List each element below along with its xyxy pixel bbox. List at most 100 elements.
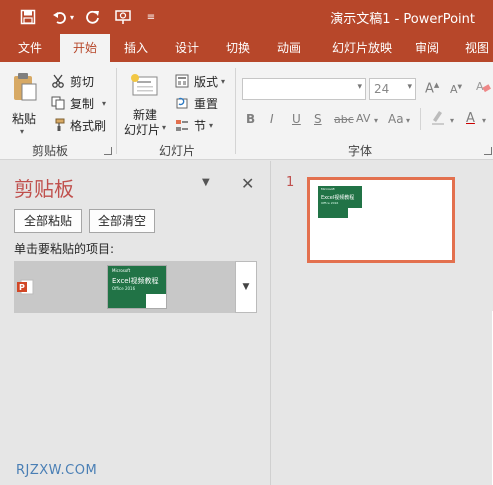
save-icon[interactable] [18, 7, 38, 27]
watermark: RJZXW.COM [16, 463, 98, 478]
grow-font-icon[interactable]: A▲ [425, 81, 439, 96]
chevron-down-icon[interactable]: ▾ [357, 82, 362, 92]
clipboard-pane-title: 剪贴板 [14, 177, 74, 201]
new-slide-label-2: 幻灯片 [123, 123, 160, 137]
font-name-input[interactable]: ▾ [242, 78, 366, 100]
layout-icon [174, 73, 190, 89]
clipboard-group-label: 剪贴板 [32, 144, 69, 158]
chevron-down-icon[interactable]: ▾ [209, 121, 213, 130]
clipboard-pane: 剪贴板 ▼ ✕ 全部粘贴 全部清空 单击要粘贴的项目: P Microsoft … [0, 161, 270, 485]
copy-label: 复制 [70, 96, 95, 111]
slide-thumbnail[interactable]: Microsoft Excel视频教程 Office 2016 [307, 177, 455, 263]
shrink-font-icon[interactable]: A▼ [450, 83, 462, 96]
tab-review[interactable]: 审阅 [407, 34, 447, 62]
tab-slide-show[interactable]: 幻灯片放映 [322, 34, 402, 62]
underline-icon[interactable]: U [292, 112, 301, 126]
change-case-icon[interactable]: Aa [388, 112, 404, 126]
slide-title-text: Excel视频教程 [321, 195, 355, 201]
clipboard-prompt: 单击要粘贴的项目: [14, 242, 115, 256]
slides-group-label: 幻灯片 [159, 144, 196, 158]
svg-text:P: P [19, 283, 25, 292]
customize-qat-icon[interactable]: ≡ [141, 7, 161, 27]
window-title: 演示文稿1 - PowerPoint [330, 12, 475, 27]
new-slide-button[interactable]: 新建 幻灯片 ▾ [122, 70, 168, 140]
chevron-down-icon[interactable]: ▾ [162, 123, 166, 132]
paste-all-button[interactable]: 全部粘贴 [14, 209, 82, 233]
bold-icon[interactable]: B [246, 112, 255, 126]
tab-design[interactable]: 设计 [165, 34, 209, 62]
present-from-start-icon[interactable] [113, 7, 133, 27]
clipboard-item-dropdown[interactable]: ▼ [235, 261, 257, 313]
chevron-down-icon[interactable]: ▾ [67, 7, 77, 27]
chevron-down-icon: ▼ [242, 282, 250, 292]
format-painter-icon [50, 117, 66, 133]
thumbnail-brand: Microsoft [112, 268, 131, 273]
font-color-icon[interactable]: A [466, 111, 475, 126]
paste-button[interactable]: 粘贴 [8, 70, 42, 130]
chevron-down-icon[interactable]: ▾ [221, 77, 225, 86]
copy-icon [50, 95, 66, 111]
chevron-down-icon[interactable]: ▾ [407, 82, 412, 92]
paste-icon [12, 72, 38, 105]
clear-all-button[interactable]: 全部清空 [89, 209, 155, 233]
slide-number: 1 [286, 175, 295, 190]
copy-button[interactable]: 复制 ▾ [50, 93, 106, 113]
paste-label: 粘贴 [11, 112, 36, 126]
svg-text:A: A [476, 80, 484, 93]
thumbnail-band [108, 294, 146, 308]
thumbnail-subtitle: Office 2016 [112, 286, 136, 291]
clear-formatting-icon[interactable]: A [475, 78, 491, 97]
font-size-input[interactable]: 24 ▾ [369, 78, 416, 100]
tab-view[interactable]: 视图 [457, 34, 493, 62]
cut-button[interactable]: 剪切 [50, 71, 94, 91]
font-size-value: 24 [374, 82, 390, 96]
layout-button[interactable]: 版式 ▾ [174, 71, 225, 91]
format-painter-label: 格式刷 [70, 118, 107, 133]
slide-subtitle-text: Office 2016 [321, 201, 339, 205]
group-divider [116, 68, 117, 154]
pane-options-icon[interactable]: ▼ [202, 177, 210, 188]
section-icon [174, 117, 190, 133]
redo-icon[interactable] [83, 7, 103, 27]
chevron-down-icon[interactable]: ▾ [406, 116, 410, 125]
shadow-icon[interactable]: S [314, 112, 322, 126]
powerpoint-icon: P [16, 278, 34, 299]
format-painter-button[interactable]: 格式刷 [50, 115, 106, 135]
character-spacing-icon[interactable]: AV [356, 112, 370, 125]
layout-label: 版式 [194, 74, 219, 89]
tab-transitions[interactable]: 切换 [216, 34, 260, 62]
tab-file[interactable]: 文件 [8, 34, 52, 62]
tab-home[interactable]: 开始 [60, 34, 110, 62]
slide-brand: Microsoft [321, 187, 335, 191]
italic-icon[interactable]: I [270, 112, 274, 126]
reset-label: 重置 [194, 96, 219, 111]
close-icon[interactable]: ✕ [241, 174, 254, 193]
chevron-down-icon[interactable]: ▾ [20, 127, 24, 136]
reset-icon [174, 95, 190, 111]
strikethrough-icon[interactable]: abc [334, 113, 354, 126]
clipboard-item[interactable]: P Microsoft Excel视频教程 Office 2016 ▼ [14, 261, 257, 313]
chevron-down-icon[interactable]: ▾ [450, 116, 454, 125]
ribbon: 粘贴 ▾ 剪切 复制 ▾ 格式刷 剪贴板 新建 幻灯片 ▾ 版式 ▾ 重置 节 … [0, 62, 493, 160]
scissors-icon [50, 73, 66, 89]
reset-button[interactable]: 重置 [174, 93, 218, 113]
chevron-down-icon[interactable]: ▾ [374, 116, 378, 125]
new-slide-icon [129, 72, 161, 103]
font-group-label: 字体 [348, 144, 373, 158]
thumbnail-title: Excel视频教程 [112, 277, 159, 285]
slide-thumbnail-pane: 1 Microsoft Excel视频教程 Office 2016 [271, 161, 493, 485]
tab-insert[interactable]: 插入 [114, 34, 158, 62]
title-bar: ▾ ≡ 演示文稿1 - PowerPoint [0, 0, 493, 34]
tab-animations[interactable]: 动画 [267, 34, 311, 62]
section-label: 节 [194, 118, 207, 133]
chevron-down-icon[interactable]: ▾ [482, 116, 486, 125]
clipboard-item-thumbnail: Microsoft Excel视频教程 Office 2016 [107, 265, 167, 309]
font-launcher-icon[interactable] [484, 147, 492, 155]
separator [420, 108, 421, 130]
clipboard-launcher-icon[interactable] [104, 147, 112, 155]
section-button[interactable]: 节 ▾ [174, 115, 213, 135]
highlight-icon[interactable] [430, 108, 448, 129]
group-divider [235, 68, 236, 154]
chevron-down-icon[interactable]: ▾ [102, 99, 106, 108]
ribbon-tabs: 文件 开始 插入 设计 切换 动画 幻灯片放映 审阅 视图 [0, 34, 493, 62]
